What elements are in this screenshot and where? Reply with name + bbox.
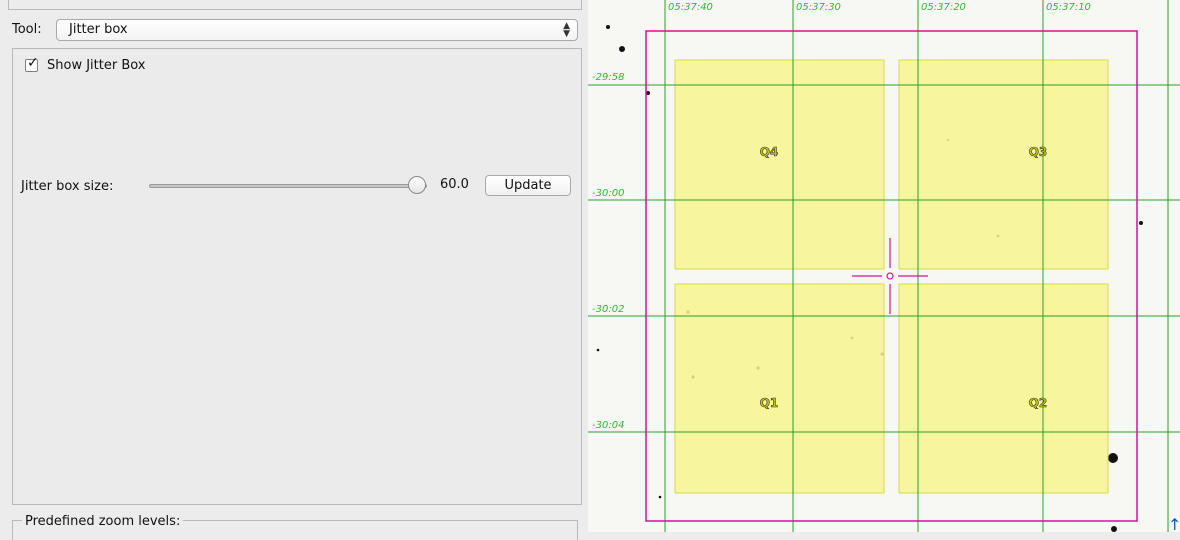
quadrant-q1	[674, 283, 885, 494]
checkmark-icon: ✓	[27, 55, 39, 71]
panel-top-border	[8, 0, 582, 10]
quadrant-q2	[898, 283, 1109, 494]
jitter-settings-group: ✓ Show Jitter Box Jitter box size: 60.0 …	[12, 48, 582, 505]
show-jitter-box-checkbox[interactable]: ✓	[25, 55, 39, 72]
ra-labels: 05:37:40 05:37:30 05:37:20 05:37:10	[668, 2, 1091, 13]
zoom-levels-title: Predefined zoom levels:	[22, 514, 184, 529]
quadrant-label: Q2	[1029, 396, 1048, 410]
ra-label: 05:37:10	[1046, 2, 1091, 13]
quadrant-q3	[898, 59, 1109, 270]
show-jitter-box-label: Show Jitter Box	[47, 58, 146, 73]
compass-icon: ↑	[1168, 515, 1180, 532]
jitter-tool-panel: Tool: Jitter box ▲ ▼ ✓ Show Jitter Box Ji…	[0, 0, 588, 540]
quadrant-q4	[674, 59, 885, 270]
jitter-size-slider-track[interactable]	[149, 184, 427, 188]
quadrant-label: Q1	[760, 396, 779, 410]
sky-image-canvas[interactable]: 05:37:40 05:37:30 05:37:20 05:37:10 -29:…	[588, 0, 1180, 532]
jitter-size-value: 60.0	[440, 177, 469, 192]
ra-label: 05:37:40	[668, 2, 713, 13]
tool-label: Tool:	[12, 22, 42, 37]
dec-label: -30:00	[592, 188, 624, 199]
sky-image-view[interactable]: 05:37:40 05:37:30 05:37:20 05:37:10 -29:…	[588, 0, 1180, 532]
update-button[interactable]: Update	[485, 175, 571, 196]
select-arrows-icon: ▲ ▼	[563, 21, 570, 39]
ra-label: 05:37:30	[796, 2, 841, 13]
quadrant-label: Q3	[1029, 145, 1048, 159]
tool-select-value: Jitter box	[69, 22, 128, 37]
tool-select[interactable]: Jitter box ▲ ▼	[56, 19, 578, 41]
dec-label: -29:58	[592, 72, 624, 83]
ra-label: 05:37:20	[921, 2, 966, 13]
jitter-size-slider-thumb[interactable]	[408, 176, 426, 194]
dec-labels: -29:58 -30:00 -30:02 -30:04	[592, 72, 624, 431]
quadrant-label: Q4	[760, 145, 779, 159]
jitter-box-size-label: Jitter box size:	[21, 179, 114, 194]
dec-label: -30:02	[592, 304, 624, 315]
dec-label: -30:04	[592, 420, 624, 431]
